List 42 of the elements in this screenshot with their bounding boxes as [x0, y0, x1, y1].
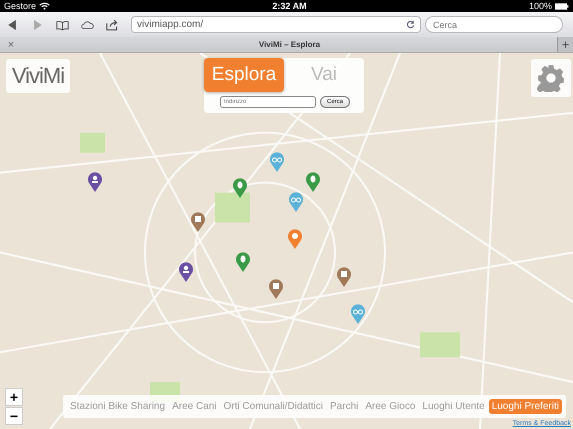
- vivimi-logo: ViviMi: [6, 59, 70, 93]
- address-bar[interactable]: vivimiapp.com/: [131, 16, 421, 33]
- filter-tab[interactable]: Parchi: [327, 399, 362, 414]
- map-pin-icon[interactable]: [232, 177, 248, 199]
- tab-title[interactable]: ViviMi – Esplora: [22, 40, 557, 49]
- map-pin-icon[interactable]: [336, 266, 352, 288]
- forward-icon[interactable]: [31, 18, 44, 30]
- book-icon[interactable]: [56, 18, 69, 30]
- map-pin-icon[interactable]: [268, 278, 284, 300]
- cloud-icon[interactable]: [81, 18, 94, 30]
- new-tab-button[interactable]: +: [557, 37, 573, 52]
- wifi-icon: [39, 2, 50, 10]
- filter-tab[interactable]: Stazioni Bike Sharing: [67, 399, 168, 414]
- park-area: [215, 192, 250, 223]
- search-field[interactable]: Cerca: [425, 16, 563, 33]
- park-area: [80, 132, 105, 153]
- clock-time: 2:32 AM: [271, 1, 308, 11]
- map-pin-icon[interactable]: [305, 171, 321, 193]
- share-icon[interactable]: [106, 18, 119, 30]
- filter-tab[interactable]: Aree Cani: [169, 399, 220, 414]
- map-pin-icon[interactable]: [178, 261, 194, 283]
- reload-icon[interactable]: [406, 20, 415, 29]
- filter-tab[interactable]: Luoghi Preferiti: [488, 399, 562, 414]
- filter-tab[interactable]: Luoghi Utente: [419, 399, 488, 414]
- settings-icon: [537, 64, 565, 92]
- mode-tab[interactable]: Esplora: [204, 58, 284, 92]
- battery-percent: 100%: [528, 1, 552, 11]
- close-tab-button[interactable]: ×: [0, 38, 22, 50]
- carrier-name: Gestore: [4, 1, 36, 11]
- map-pin-icon[interactable]: [235, 251, 251, 273]
- map-pin-icon[interactable]: [190, 211, 206, 233]
- park-area: [420, 332, 460, 358]
- map-pin-icon[interactable]: [87, 171, 103, 193]
- zoom-out-button[interactable]: −: [5, 407, 23, 425]
- back-icon[interactable]: [6, 18, 19, 30]
- filter-tab[interactable]: Orti Comunali/Didattici: [220, 399, 326, 414]
- map-pin-icon[interactable]: [287, 228, 303, 250]
- battery-icon: [555, 2, 569, 10]
- settings-button[interactable]: [531, 59, 571, 97]
- zoom-in-button[interactable]: +: [5, 388, 23, 406]
- filter-tab[interactable]: Aree Gioco: [362, 399, 418, 414]
- mode-tab[interactable]: Vai: [284, 58, 364, 92]
